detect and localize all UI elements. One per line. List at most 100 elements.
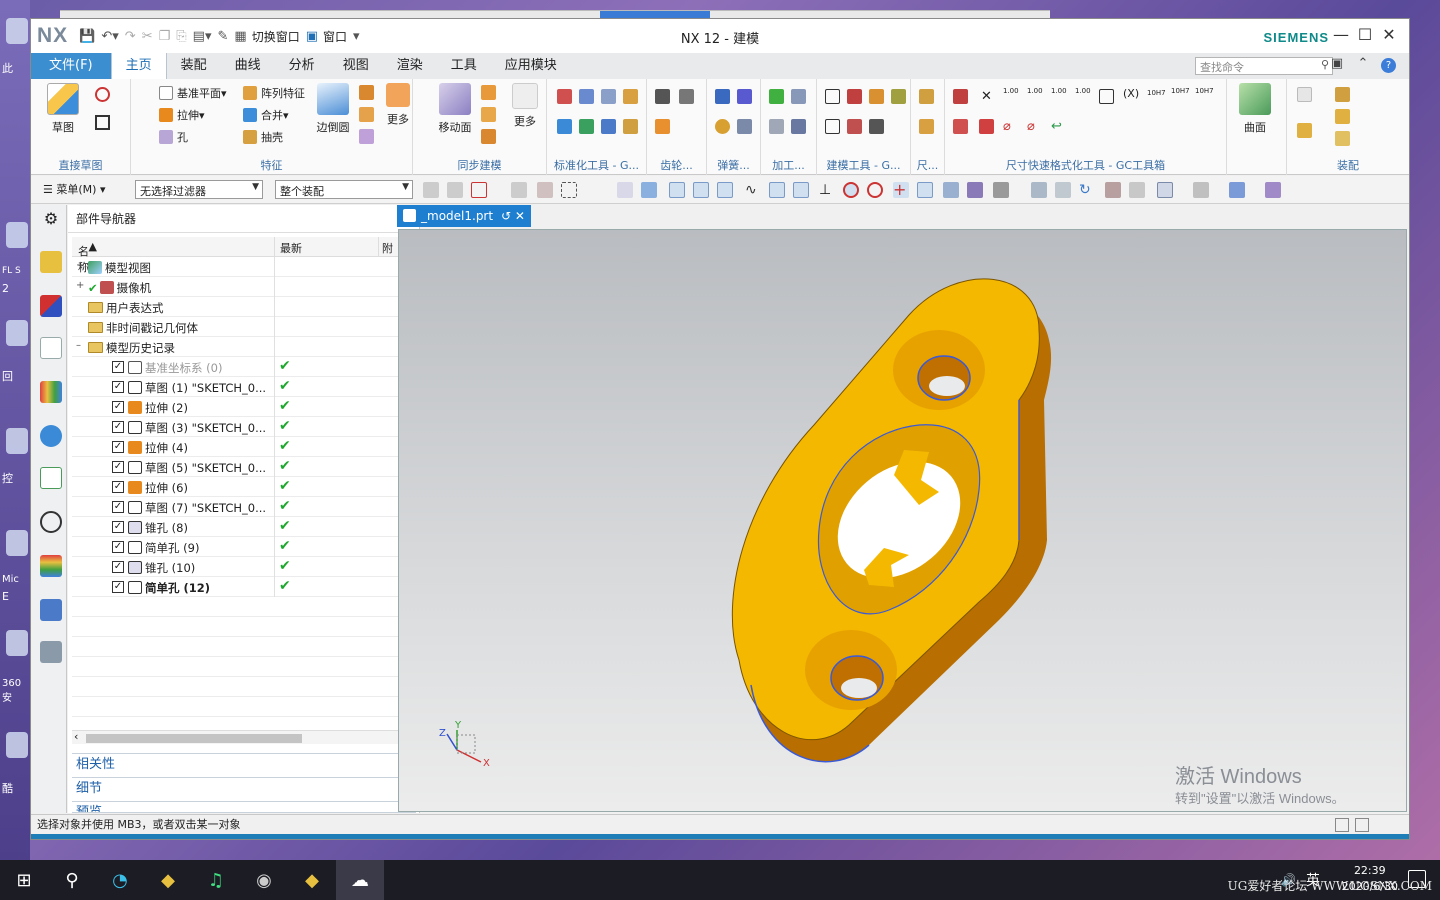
- close-icon[interactable]: ✕: [1377, 25, 1401, 44]
- modeling-tool-icon[interactable]: [825, 89, 840, 104]
- std-tool-icon[interactable]: [579, 89, 594, 104]
- desktop-icon[interactable]: [6, 530, 28, 556]
- view-tool-icon[interactable]: [1229, 182, 1245, 198]
- tolerance-icon[interactable]: 1.00: [1027, 87, 1043, 102]
- dim-tool-icon[interactable]: [919, 89, 934, 104]
- machining-tool-icon[interactable]: [769, 89, 784, 104]
- rectangle-select-icon[interactable]: [561, 182, 577, 198]
- extrude-button[interactable]: 拉伸 ▾: [159, 107, 205, 123]
- snap-icon[interactable]: [967, 182, 983, 198]
- snap-icon[interactable]: [617, 182, 633, 198]
- desktop-icon[interactable]: [6, 18, 28, 44]
- modeling-tool-icon[interactable]: [825, 119, 840, 134]
- nx-taskbar-icon[interactable]: ◆: [288, 860, 336, 900]
- rectangle-icon[interactable]: [95, 115, 110, 130]
- redo-icon[interactable]: ↷: [125, 29, 136, 44]
- dim-format-icon[interactable]: [953, 89, 968, 104]
- selection-tool-icon[interactable]: [423, 182, 439, 198]
- history-row[interactable]: ✓ 草图 (3) "SKETCH_0... ✔: [72, 417, 416, 437]
- close-tab-icon[interactable]: ↺ ✕: [501, 205, 525, 227]
- history-row[interactable]: ✓ 草图 (7) "SKETCH_0... ✔: [72, 497, 416, 517]
- trim-body-icon[interactable]: [359, 129, 374, 144]
- graphics-window[interactable]: Y Z X 激活 Windows 转到"设置"以激活 Windows。: [398, 229, 1407, 812]
- panel-details[interactable]: 细节∨: [72, 777, 416, 799]
- history-icon[interactable]: [40, 511, 62, 533]
- window-layout-icon[interactable]: ▣: [1324, 56, 1350, 75]
- tree-row-model-views[interactable]: + 模型视图: [72, 257, 416, 277]
- menu-button[interactable]: ☰ 菜单(M) ▾: [43, 181, 105, 197]
- save-icon[interactable]: 💾: [79, 29, 95, 44]
- snap-point-icon[interactable]: [669, 182, 685, 198]
- view-tool-icon[interactable]: [1055, 182, 1071, 198]
- window-menu-button[interactable]: 窗口: [323, 28, 347, 45]
- collapse-ribbon-icon[interactable]: ⌃: [1350, 56, 1376, 75]
- tab-applications[interactable]: 应用模块: [491, 53, 571, 79]
- move-face-button[interactable]: 移动面: [433, 83, 477, 135]
- process-studio-icon[interactable]: [40, 599, 62, 621]
- scroll-left-icon[interactable]: ‹: [74, 730, 78, 743]
- selection-tool-icon[interactable]: [511, 182, 527, 198]
- touch-mode-icon[interactable]: ✎: [217, 29, 228, 44]
- snap-point-icon[interactable]: [717, 182, 733, 198]
- selection-tool-icon[interactable]: [471, 182, 487, 198]
- palette-icon[interactable]: [40, 555, 62, 577]
- column-name-header[interactable]: 名称 ▲: [78, 240, 97, 274]
- collapse-icon[interactable]: –: [76, 340, 81, 351]
- snap-point-icon[interactable]: [793, 182, 809, 198]
- snap-point-icon[interactable]: [917, 182, 933, 198]
- paste-icon[interactable]: ⎘: [176, 29, 186, 44]
- visibility-checkbox[interactable]: ✓: [112, 581, 124, 593]
- copy-icon[interactable]: ❐: [159, 29, 171, 44]
- spring-tool-icon[interactable]: [715, 89, 730, 104]
- tree-row-unused-geometry[interactable]: 非时间戳记几何体: [72, 317, 416, 337]
- command-search-input[interactable]: 查找命令 ⚲: [1195, 57, 1333, 75]
- search-icon[interactable]: ⚲: [48, 860, 96, 900]
- edge-icon[interactable]: ◔: [96, 860, 144, 900]
- pattern-feature-button[interactable]: 阵列特征: [243, 85, 305, 101]
- machining-tool-icon[interactable]: [791, 89, 806, 104]
- spring-tool-icon[interactable]: [715, 119, 730, 134]
- view-tool-icon[interactable]: [1157, 182, 1173, 198]
- reference-dim-icon[interactable]: (X): [1123, 87, 1139, 102]
- file-menu-button[interactable]: 文件(F): [31, 53, 111, 79]
- view-tool-icon[interactable]: [1265, 182, 1281, 198]
- type-filter-select[interactable]: 无选择过滤器 ▼: [135, 180, 263, 199]
- replace-face-icon[interactable]: [481, 129, 496, 144]
- tab-tools[interactable]: 工具: [437, 53, 491, 79]
- snap-icon[interactable]: [993, 182, 1009, 198]
- history-row[interactable]: ✓ 简单孔 (9) ✔: [72, 537, 416, 557]
- part-model[interactable]: Y Z X: [399, 230, 1408, 813]
- quadrant-icon[interactable]: [867, 182, 883, 198]
- status-icon[interactable]: [1355, 818, 1369, 832]
- history-row[interactable]: ✓ 草图 (5) "SKETCH_0... ✔: [72, 457, 416, 477]
- more-sync-button[interactable]: 更多: [505, 83, 545, 129]
- modeling-tool-icon[interactable]: [869, 119, 884, 134]
- history-row[interactable]: ✓ 基准坐标系 (0) ✔: [72, 357, 416, 377]
- snap-point-icon[interactable]: [693, 182, 709, 198]
- diameter-icon[interactable]: ⌀: [1003, 119, 1018, 134]
- draft-icon[interactable]: [359, 107, 374, 122]
- visibility-checkbox[interactable]: ✓: [112, 481, 124, 493]
- active-app-icon[interactable]: ☁: [336, 860, 384, 900]
- std-tool-icon[interactable]: [601, 119, 616, 134]
- pull-face-icon[interactable]: [481, 85, 496, 100]
- help-icon[interactable]: ?: [1381, 58, 1396, 73]
- gear-tool-icon[interactable]: [655, 89, 670, 104]
- surface-button[interactable]: 曲面: [1233, 83, 1277, 135]
- fit-icon[interactable]: 10H7: [1195, 87, 1214, 102]
- visibility-checkbox[interactable]: ✓: [112, 441, 124, 453]
- point-on-curve-icon[interactable]: +: [893, 182, 909, 198]
- music-app-icon[interactable]: ♫: [192, 860, 240, 900]
- column-latest-header[interactable]: 最新: [280, 240, 302, 256]
- visibility-checkbox[interactable]: ✓: [112, 421, 124, 433]
- navigator-hscrollbar[interactable]: ‹ ›: [72, 730, 416, 744]
- gear-icon[interactable]: ⚙: [40, 209, 62, 231]
- std-tool-icon[interactable]: [623, 119, 638, 134]
- shell-button[interactable]: 抽壳: [243, 129, 283, 145]
- visibility-checkbox[interactable]: ✓: [112, 401, 124, 413]
- std-tool-icon[interactable]: [579, 119, 594, 134]
- machining-tool-icon[interactable]: [791, 119, 806, 134]
- tree-row-model-history[interactable]: – 模型历史记录: [72, 337, 416, 357]
- switch-window-icon[interactable]: ▦: [234, 29, 246, 44]
- roles-icon[interactable]: [40, 641, 62, 663]
